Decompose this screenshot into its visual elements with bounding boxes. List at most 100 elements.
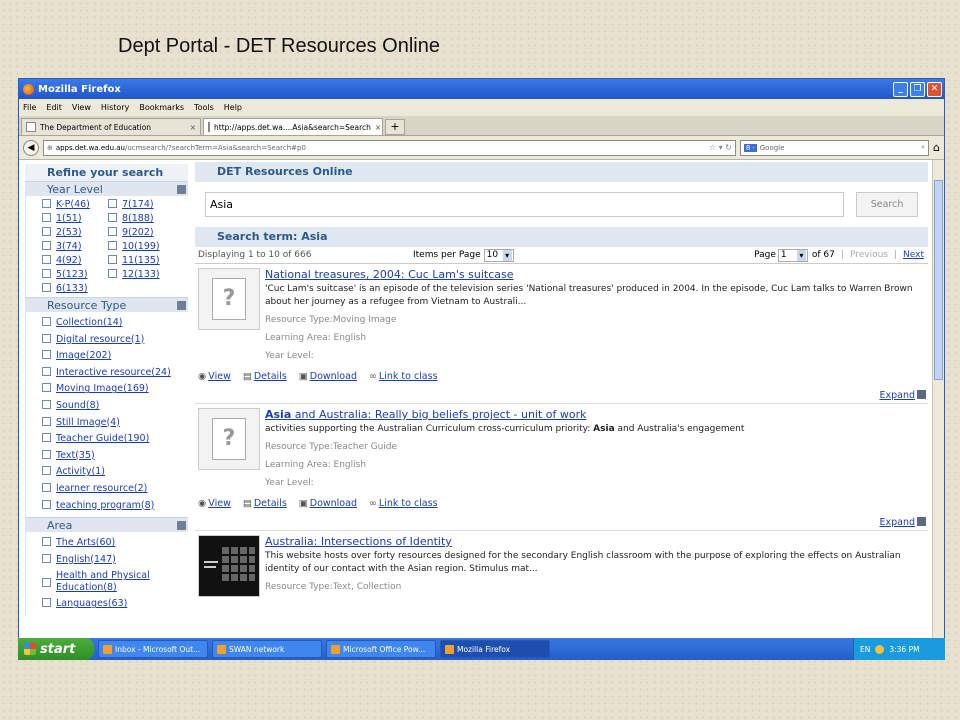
url-bar[interactable]: ⊕ apps.det.wa.edu.au/ucmsearch/?searchTe… bbox=[42, 139, 736, 156]
list-item[interactable]: learner resource(2) bbox=[42, 481, 188, 498]
list-item[interactable]: 11(135) bbox=[108, 255, 174, 266]
checkbox[interactable] bbox=[42, 466, 51, 476]
menu-file[interactable]: File bbox=[23, 103, 36, 112]
filter-link[interactable]: 8(188) bbox=[122, 213, 154, 224]
list-item[interactable]: 8(188) bbox=[108, 213, 174, 224]
list-item[interactable]: teaching program(8) bbox=[42, 498, 188, 515]
menu-edit[interactable]: Edit bbox=[46, 103, 62, 112]
filter-link[interactable]: 1(51) bbox=[56, 213, 82, 224]
checkbox[interactable] bbox=[42, 255, 51, 264]
filter-link[interactable]: Health and Physical Education(8) bbox=[56, 570, 166, 594]
list-item[interactable]: 9(202) bbox=[108, 227, 174, 238]
tab-close-icon[interactable]: × bbox=[190, 123, 196, 132]
tray-icon[interactable] bbox=[875, 644, 885, 654]
checkbox[interactable] bbox=[108, 241, 117, 250]
collapse-icon[interactable] bbox=[177, 184, 186, 194]
link-action[interactable]: ∞ Link to class bbox=[369, 371, 438, 382]
checkbox[interactable] bbox=[108, 227, 117, 236]
task-outlook[interactable]: Inbox - Microsoft Out... bbox=[98, 640, 208, 658]
task-firefox[interactable]: Mozilla Firefox bbox=[440, 640, 550, 658]
link-action[interactable]: ∞ Link to class bbox=[369, 498, 438, 509]
checkbox[interactable] bbox=[42, 499, 51, 509]
scrollbar-thumb[interactable] bbox=[934, 180, 943, 380]
filter-link[interactable]: Interactive resource(24) bbox=[56, 367, 171, 378]
expand-link[interactable]: Expand bbox=[879, 517, 915, 528]
filter-link[interactable]: Moving Image(169) bbox=[56, 383, 149, 394]
start-button[interactable]: start bbox=[18, 638, 94, 660]
checkbox[interactable] bbox=[42, 227, 51, 236]
list-item[interactable]: The Arts(60) bbox=[42, 535, 188, 552]
result-title[interactable]: Asia and Australia: Really big beliefs p… bbox=[265, 408, 928, 421]
bookmark-star-icon[interactable]: ☆ ▾ ↻ bbox=[709, 143, 732, 152]
items-per-page-select[interactable]: 10 bbox=[483, 248, 514, 262]
filter-link[interactable]: Text(35) bbox=[56, 450, 95, 461]
view-action[interactable]: ◉ View bbox=[198, 498, 231, 509]
result-title[interactable]: National treasures, 2004: Cuc Lam's suit… bbox=[265, 268, 928, 281]
next-link[interactable]: Next bbox=[903, 250, 924, 260]
checkbox[interactable] bbox=[42, 199, 51, 208]
filter-link[interactable]: Still Image(4) bbox=[56, 417, 120, 428]
list-item[interactable]: 3(74) bbox=[42, 241, 108, 252]
list-item[interactable]: Still Image(4) bbox=[42, 415, 188, 432]
checkbox[interactable] bbox=[42, 350, 51, 360]
expand-icon[interactable] bbox=[917, 517, 926, 526]
details-action[interactable]: ▤ Details bbox=[243, 498, 287, 509]
filter-link[interactable]: 5(123) bbox=[56, 269, 88, 280]
search-bar[interactable]: 8 · Google ⌕ bbox=[739, 139, 930, 156]
maximize-button[interactable]: ❐ bbox=[910, 81, 925, 97]
search-button[interactable]: Search bbox=[856, 192, 918, 217]
page-select[interactable]: 1 bbox=[777, 248, 808, 262]
download-link[interactable]: Download bbox=[310, 371, 357, 382]
list-item[interactable]: 1(51) bbox=[42, 213, 108, 224]
filter-link[interactable]: English(147) bbox=[56, 554, 116, 565]
result-thumbnail[interactable]: ? bbox=[198, 408, 260, 470]
download-action[interactable]: ▣ Download bbox=[299, 371, 357, 382]
checkbox[interactable] bbox=[42, 213, 51, 222]
menu-tools[interactable]: Tools bbox=[194, 103, 214, 112]
list-item[interactable]: Collection(14) bbox=[42, 315, 188, 332]
checkbox[interactable] bbox=[108, 255, 117, 264]
result-thumbnail[interactable] bbox=[198, 535, 260, 597]
year-level-header[interactable]: Year Level bbox=[25, 181, 188, 196]
tab-search[interactable]: http://apps.det.wa....Asia&search=Search… bbox=[203, 118, 383, 135]
checkbox[interactable] bbox=[42, 269, 51, 278]
tab-department[interactable]: The Department of Education × bbox=[21, 118, 201, 135]
collapse-icon[interactable] bbox=[177, 300, 186, 310]
list-item[interactable]: 2(53) bbox=[42, 227, 108, 238]
download-action[interactable]: ▣ Download bbox=[299, 498, 357, 509]
list-item[interactable]: 6(133) bbox=[42, 283, 108, 294]
filter-link[interactable]: 2(53) bbox=[56, 227, 82, 238]
menu-history[interactable]: History bbox=[101, 103, 129, 112]
result-title[interactable]: Australia: Intersections of Identity bbox=[265, 535, 928, 548]
checkbox[interactable] bbox=[42, 553, 51, 563]
checkbox[interactable] bbox=[42, 577, 51, 587]
previous-link[interactable]: Previous bbox=[850, 250, 888, 260]
list-item[interactable]: Sound(8) bbox=[42, 398, 188, 415]
details-link[interactable]: Details bbox=[254, 498, 287, 509]
filter-link[interactable]: 11(135) bbox=[122, 255, 160, 266]
menu-view[interactable]: View bbox=[72, 103, 91, 112]
search-icon[interactable]: ⌕ bbox=[921, 143, 925, 152]
list-item[interactable]: K-P(46) bbox=[42, 199, 108, 210]
download-link[interactable]: Download bbox=[310, 498, 357, 509]
checkbox[interactable] bbox=[108, 269, 117, 278]
checkbox[interactable] bbox=[42, 416, 51, 426]
resource-type-header[interactable]: Resource Type bbox=[25, 297, 188, 312]
link-to-class-link[interactable]: Link to class bbox=[379, 498, 438, 509]
view-link[interactable]: View bbox=[208, 498, 231, 509]
details-action[interactable]: ▤ Details bbox=[243, 371, 287, 382]
filter-link[interactable]: 4(92) bbox=[56, 255, 82, 266]
filter-link[interactable]: 3(74) bbox=[56, 241, 82, 252]
list-item[interactable]: 12(133) bbox=[108, 269, 174, 280]
menu-help[interactable]: Help bbox=[224, 103, 242, 112]
home-icon[interactable]: ⌂ bbox=[933, 141, 940, 154]
search-input[interactable]: Asia bbox=[205, 192, 845, 217]
checkbox[interactable] bbox=[108, 213, 117, 222]
details-link[interactable]: Details bbox=[254, 371, 287, 382]
filter-link[interactable]: learner resource(2) bbox=[56, 483, 147, 494]
list-item[interactable]: Teacher Guide(190) bbox=[42, 431, 188, 448]
list-item[interactable]: Moving Image(169) bbox=[42, 381, 188, 398]
back-button[interactable]: ◀ bbox=[23, 139, 39, 156]
list-item[interactable]: 7(174) bbox=[108, 199, 174, 210]
checkbox[interactable] bbox=[42, 283, 51, 292]
